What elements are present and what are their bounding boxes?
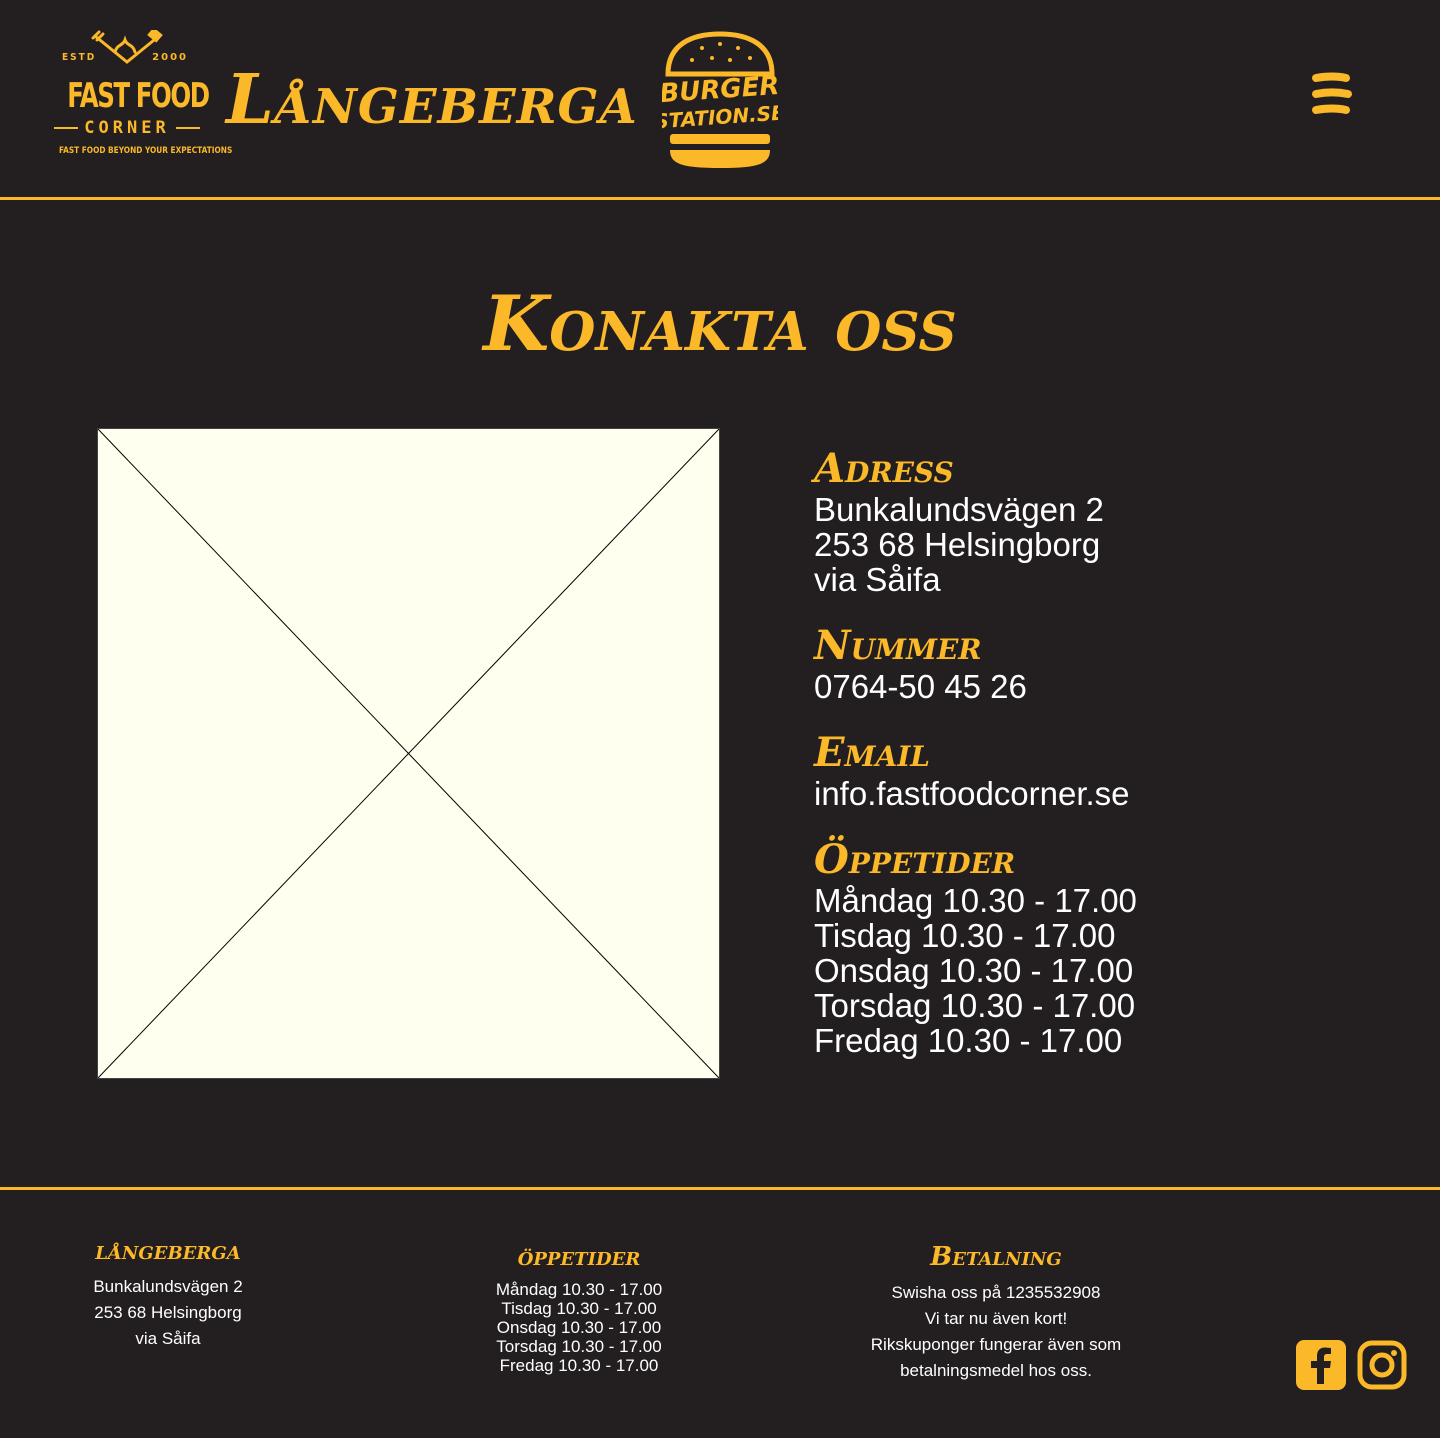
footer-hours-line: Tisdag 10.30 - 17.00 xyxy=(501,1299,657,1318)
footer-hours-line: Fredag 10.30 - 17.00 xyxy=(499,1356,659,1375)
footer-payment-column: Betalning Swisha oss på 1235532908 Vi ta… xyxy=(846,1240,1146,1384)
logo-tagline: FAST FOOD BEYOND YOUR EXPECTATIONS xyxy=(58,146,233,156)
logo-estd-text: ESTD xyxy=(62,52,97,63)
footer-hours-column: öppetider Måndag 10.30 - 17.00 Tisdag 10… xyxy=(464,1240,694,1375)
site-title: Långeberga xyxy=(226,60,638,140)
address-line: Bunkalundsvägen 2 xyxy=(814,491,1104,528)
hours-line: Torsdag 10.30 - 17.00 xyxy=(814,987,1136,1024)
logo-main-text: FAST FOOD xyxy=(67,76,210,116)
hours-line: Onsdag 10.30 - 17.00 xyxy=(814,952,1134,989)
footer-address-line: 253 68 Helsingborg xyxy=(94,1303,242,1322)
footer-payment-line: Swisha oss på 1235532908 xyxy=(891,1283,1101,1302)
address-block: Adress Bunkalundsvägen 2 253 68 Helsingb… xyxy=(814,445,1374,598)
footer-payment-heading: Betalning xyxy=(930,1242,1062,1272)
footer-address-heading: långeberga xyxy=(95,1236,241,1266)
footer-payment-line: Rikskuponger fungerar även som xyxy=(870,1335,1122,1354)
burger-station-logo[interactable]: BURGER STATION.SE xyxy=(654,30,786,177)
hours-heading: Öppetider xyxy=(814,836,1016,883)
footer-hours-line: Torsdag 10.30 - 17.00 xyxy=(496,1337,662,1356)
footer-address-column: långeberga Bunkalundsvägen 2 253 68 Hels… xyxy=(52,1234,284,1352)
address-line: 253 68 Helsingborg xyxy=(814,526,1101,563)
image-placeholder-icon xyxy=(97,428,720,1079)
hamburger-menu-icon[interactable] xyxy=(1310,70,1354,118)
contact-info: Adress Bunkalundsvägen 2 253 68 Helsingb… xyxy=(814,446,1374,1084)
hours-block: Öppetider Måndag 10.30 - 17.00 Tisdag 10… xyxy=(814,836,1374,1059)
phone-heading: Nummer xyxy=(814,622,982,669)
footer-address-line: via Såifa xyxy=(135,1329,201,1348)
footer-hours-line: Måndag 10.30 - 17.00 xyxy=(495,1280,663,1299)
footer-payment-line: Vi tar nu även kort! xyxy=(924,1309,1068,1328)
footer-hours-heading: öppetider xyxy=(517,1242,641,1272)
email-heading: Email xyxy=(814,729,930,776)
footer-payment-line: betalningsmedel hos oss. xyxy=(900,1361,1092,1380)
footer-address-line: Bunkalundsvägen 2 xyxy=(93,1277,243,1296)
phone-number[interactable]: 0764-50 45 26 xyxy=(814,669,1374,704)
hours-line: Fredag 10.30 - 17.00 xyxy=(814,1022,1123,1059)
hours-line: Måndag 10.30 - 17.00 xyxy=(814,882,1137,919)
facebook-icon[interactable] xyxy=(1296,1340,1346,1395)
site-footer: långeberga Bunkalundsvägen 2 253 68 Hels… xyxy=(0,1187,1440,1438)
logo-sub-text: CORNER xyxy=(44,118,210,138)
map-placeholder-image[interactable] xyxy=(97,428,720,1079)
email-block: Email info.fastfoodcorner.se xyxy=(814,729,1374,812)
address-line: via Såifa xyxy=(814,561,941,598)
phone-block: Nummer 0764-50 45 26 xyxy=(814,622,1374,705)
instagram-icon[interactable] xyxy=(1357,1340,1407,1395)
footer-hours-line: Onsdag 10.30 - 17.00 xyxy=(496,1318,662,1337)
logo-year-text: 2000 xyxy=(152,52,188,63)
email-address[interactable]: info.fastfoodcorner.se xyxy=(814,776,1374,811)
fast-food-corner-logo[interactable]: ESTD 2000 FAST FOOD CORNER FAST FOOD BEY… xyxy=(44,30,233,160)
site-header: ESTD 2000 FAST FOOD CORNER FAST FOOD BEY… xyxy=(0,0,1440,200)
page-title: Konakta oss xyxy=(483,279,957,368)
hours-line: Tisdag 10.30 - 17.00 xyxy=(814,917,1116,954)
address-heading: Adress xyxy=(814,445,954,492)
